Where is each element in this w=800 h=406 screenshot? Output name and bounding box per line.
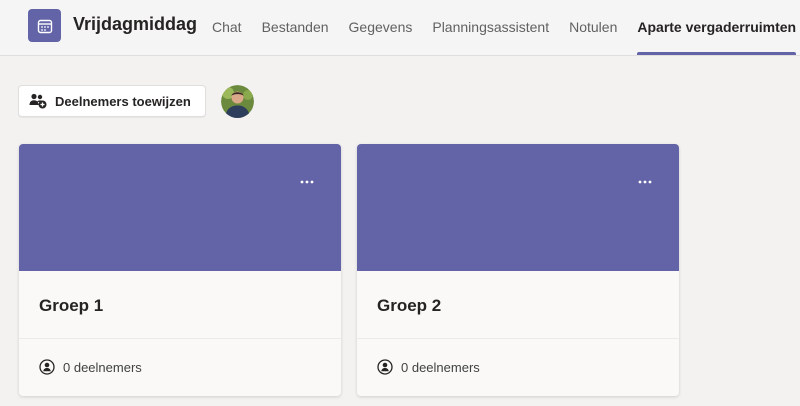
card-banner bbox=[19, 144, 341, 271]
more-horizontal-icon[interactable] bbox=[635, 174, 655, 190]
tab-details[interactable]: Gegevens bbox=[339, 0, 423, 55]
card-banner bbox=[357, 144, 679, 271]
room-name: Groep 2 bbox=[377, 296, 442, 315]
participant-count-label: 0 deelnemers bbox=[401, 359, 480, 375]
tab-scheduling-assistant[interactable]: Planningsassistent bbox=[422, 0, 559, 55]
person-icon bbox=[39, 359, 55, 375]
tab-breakout-rooms[interactable]: Aparte vergaderruimten bbox=[627, 0, 800, 55]
user-avatar[interactable] bbox=[221, 85, 254, 118]
tab-bar: Chat Bestanden Gegevens Planningsassiste… bbox=[202, 0, 800, 55]
divider bbox=[19, 338, 341, 339]
tab-meeting-notes[interactable]: Notulen bbox=[559, 0, 627, 55]
more-horizontal-icon[interactable] bbox=[297, 174, 317, 190]
participant-count-label: 0 deelnemers bbox=[63, 359, 142, 375]
breakout-room-card[interactable]: Groep 2 0 deelnemers bbox=[357, 144, 679, 396]
calendar-icon bbox=[28, 9, 61, 42]
assign-participants-label: Deelnemers toewijzen bbox=[55, 93, 191, 109]
divider bbox=[357, 338, 679, 339]
person-icon bbox=[377, 359, 393, 375]
room-name: Groep 1 bbox=[39, 296, 104, 315]
tab-chat[interactable]: Chat bbox=[202, 0, 252, 55]
participant-count: 0 deelnemers bbox=[39, 359, 142, 375]
people-add-icon bbox=[29, 93, 47, 109]
assign-participants-button[interactable]: Deelnemers toewijzen bbox=[18, 85, 206, 117]
meeting-header: Vrijdagmiddag Chat Bestanden Gegevens Pl… bbox=[0, 0, 800, 56]
participant-count: 0 deelnemers bbox=[377, 359, 480, 375]
breakout-room-card[interactable]: Groep 1 0 deelnemers bbox=[19, 144, 341, 396]
meeting-title: Vrijdagmiddag bbox=[73, 14, 198, 34]
tab-files[interactable]: Bestanden bbox=[252, 0, 339, 55]
